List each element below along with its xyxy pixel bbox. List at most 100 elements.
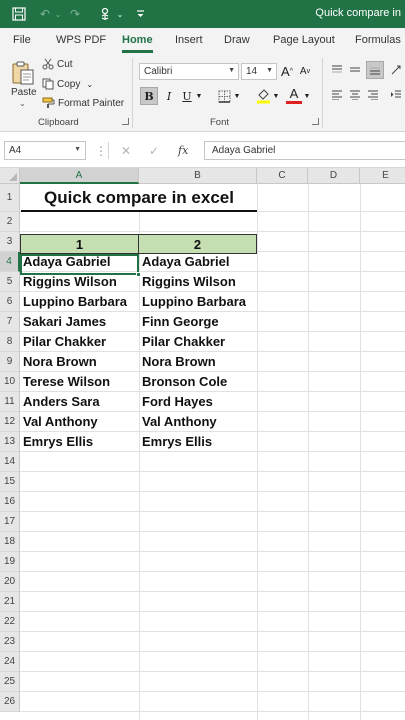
redo-icon[interactable]: ↷ bbox=[68, 5, 82, 23]
cancel-icon[interactable]: ✕ bbox=[121, 142, 131, 159]
font-name-select[interactable]: Calibri ▼ bbox=[139, 63, 239, 80]
row-header-12[interactable]: 12 bbox=[0, 412, 20, 432]
column-header-d[interactable]: D bbox=[308, 168, 360, 184]
spreadsheet-grid[interactable]: A B C D E 1 2 3 4 5 6 7 8 9 10 11 12 13 14 15 16 17 18 19 2… bbox=[0, 168, 405, 720]
row-header-2[interactable]: 2 bbox=[0, 212, 20, 232]
tab-formulas[interactable]: Formulas bbox=[355, 34, 401, 46]
copy-button[interactable]: Copy ⌄ bbox=[42, 77, 93, 91]
insert-function-icon[interactable]: fx bbox=[178, 142, 188, 159]
format-painter-button[interactable]: Format Painter bbox=[42, 96, 124, 110]
undo-dropdown-icon[interactable]: ⌄ bbox=[54, 5, 62, 23]
font-size-select[interactable]: 14 ▼ bbox=[241, 63, 277, 80]
row-header-20[interactable]: 20 bbox=[0, 572, 20, 592]
cell-a12[interactable]: Val Anthony bbox=[20, 412, 139, 432]
formula-input[interactable]: Adaya Gabriel bbox=[204, 141, 405, 160]
cell-b12[interactable]: Val Anthony bbox=[139, 412, 257, 432]
header-cell-a3[interactable]: 1 bbox=[20, 234, 139, 254]
undo-icon[interactable]: ↶ bbox=[38, 5, 52, 23]
grow-font-button[interactable]: A ^ bbox=[280, 63, 294, 80]
font-color-dropdown-icon[interactable]: ▼ bbox=[303, 89, 311, 103]
cell-b4[interactable]: Adaya Gabriel bbox=[139, 252, 257, 272]
customize-toolbar-icon[interactable] bbox=[134, 5, 146, 23]
row-header-19[interactable]: 19 bbox=[0, 552, 20, 572]
cell-b8[interactable]: Pilar Chakker bbox=[139, 332, 257, 352]
fill-color-dropdown-icon[interactable]: ▼ bbox=[272, 89, 280, 103]
row-header-1[interactable]: 1 bbox=[0, 184, 20, 212]
row-header-25[interactable]: 25 bbox=[0, 672, 20, 692]
align-top-icon[interactable] bbox=[330, 63, 344, 77]
cell-b13[interactable]: Emrys Ellis bbox=[139, 432, 257, 452]
column-header-c[interactable]: C bbox=[257, 168, 308, 184]
touch-mode-icon[interactable] bbox=[97, 5, 113, 23]
cell-a8[interactable]: Pilar Chakker bbox=[20, 332, 139, 352]
row-header-6[interactable]: 6 bbox=[0, 292, 20, 312]
cell-a13[interactable]: Emrys Ellis bbox=[20, 432, 139, 452]
row-header-5[interactable]: 5 bbox=[0, 272, 20, 292]
cell-a11[interactable]: Anders Sara bbox=[20, 392, 139, 412]
row-header-24[interactable]: 24 bbox=[0, 652, 20, 672]
tab-wps-pdf[interactable]: WPS PDF bbox=[56, 34, 106, 46]
cell-b9[interactable]: Nora Brown bbox=[139, 352, 257, 372]
cell-a9[interactable]: Nora Brown bbox=[20, 352, 139, 372]
cell-b7[interactable]: Finn George bbox=[139, 312, 257, 332]
cell-a5[interactable]: Riggins Wilson bbox=[20, 272, 139, 292]
fill-color-icon[interactable] bbox=[254, 87, 272, 105]
font-launcher-icon[interactable] bbox=[312, 118, 319, 125]
cut-button[interactable]: Cut bbox=[42, 57, 73, 71]
align-center-icon[interactable] bbox=[348, 88, 362, 102]
row-header-8[interactable]: 8 bbox=[0, 332, 20, 352]
row-header-23[interactable]: 23 bbox=[0, 632, 20, 652]
copy-dropdown-icon[interactable]: ⌄ bbox=[86, 80, 93, 89]
header-cell-b3[interactable]: 2 bbox=[138, 234, 257, 254]
align-right-icon[interactable] bbox=[366, 88, 380, 102]
column-header-a[interactable]: A bbox=[20, 168, 139, 184]
cell-b10[interactable]: Bronson Cole bbox=[139, 372, 257, 392]
column-header-b[interactable]: B bbox=[139, 168, 257, 184]
row-header-17[interactable]: 17 bbox=[0, 512, 20, 532]
cell-a7[interactable]: Sakari James bbox=[20, 312, 139, 332]
paste-dropdown-icon[interactable]: ⌄ bbox=[19, 99, 26, 108]
align-bottom-icon[interactable] bbox=[366, 61, 384, 79]
font-color-button[interactable]: A bbox=[286, 86, 302, 104]
tab-draw[interactable]: Draw bbox=[224, 34, 250, 46]
fill-handle[interactable] bbox=[136, 272, 141, 277]
tab-page-layout[interactable]: Page Layout bbox=[273, 34, 335, 46]
column-header-e[interactable]: E bbox=[360, 168, 405, 184]
row-header-15[interactable]: 15 bbox=[0, 472, 20, 492]
tab-insert[interactable]: Insert bbox=[175, 34, 203, 46]
row-header-9[interactable]: 9 bbox=[0, 352, 20, 372]
clipboard-launcher-icon[interactable] bbox=[122, 118, 129, 125]
shrink-font-button[interactable]: Av bbox=[298, 63, 312, 80]
underline-button[interactable]: U bbox=[180, 87, 194, 105]
bold-button[interactable]: B bbox=[140, 87, 158, 105]
row-header-3[interactable]: 3 bbox=[0, 232, 20, 252]
cell-a6[interactable]: Luppino Barbara bbox=[20, 292, 139, 312]
row-header-14[interactable]: 14 bbox=[0, 452, 20, 472]
cell-a10[interactable]: Terese Wilson bbox=[20, 372, 139, 392]
row-header-13[interactable]: 13 bbox=[0, 432, 20, 452]
row-header-22[interactable]: 22 bbox=[0, 612, 20, 632]
name-box[interactable]: A4 ▼ bbox=[4, 141, 86, 160]
row-header-18[interactable]: 18 bbox=[0, 532, 20, 552]
underline-dropdown-icon[interactable]: ▼ bbox=[195, 89, 203, 103]
tab-file[interactable]: File bbox=[13, 34, 31, 46]
row-header-21[interactable]: 21 bbox=[0, 592, 20, 612]
cell-b11[interactable]: Ford Hayes bbox=[139, 392, 257, 412]
more-options-icon[interactable]: ⋮ bbox=[95, 142, 107, 159]
touch-dropdown-icon[interactable]: ⌄ bbox=[115, 5, 125, 23]
borders-icon[interactable] bbox=[216, 87, 232, 105]
italic-button[interactable]: I bbox=[162, 87, 176, 105]
borders-dropdown-icon[interactable]: ▼ bbox=[233, 89, 241, 103]
row-header-10[interactable]: 10 bbox=[0, 372, 20, 392]
row-header-26[interactable]: 26 bbox=[0, 692, 20, 712]
cell-b5[interactable]: Riggins Wilson bbox=[139, 272, 257, 292]
indent-icon[interactable] bbox=[389, 88, 403, 102]
enter-icon[interactable]: ✓ bbox=[149, 142, 159, 159]
align-middle-icon[interactable] bbox=[348, 63, 362, 77]
sheet-title-cell[interactable]: Quick compare in excel bbox=[21, 184, 257, 212]
row-header-11[interactable]: 11 bbox=[0, 392, 20, 412]
select-all-button[interactable] bbox=[0, 168, 20, 184]
orientation-icon[interactable] bbox=[389, 63, 403, 77]
row-header-7[interactable]: 7 bbox=[0, 312, 20, 332]
cell-b6[interactable]: Luppino Barbara bbox=[139, 292, 257, 312]
